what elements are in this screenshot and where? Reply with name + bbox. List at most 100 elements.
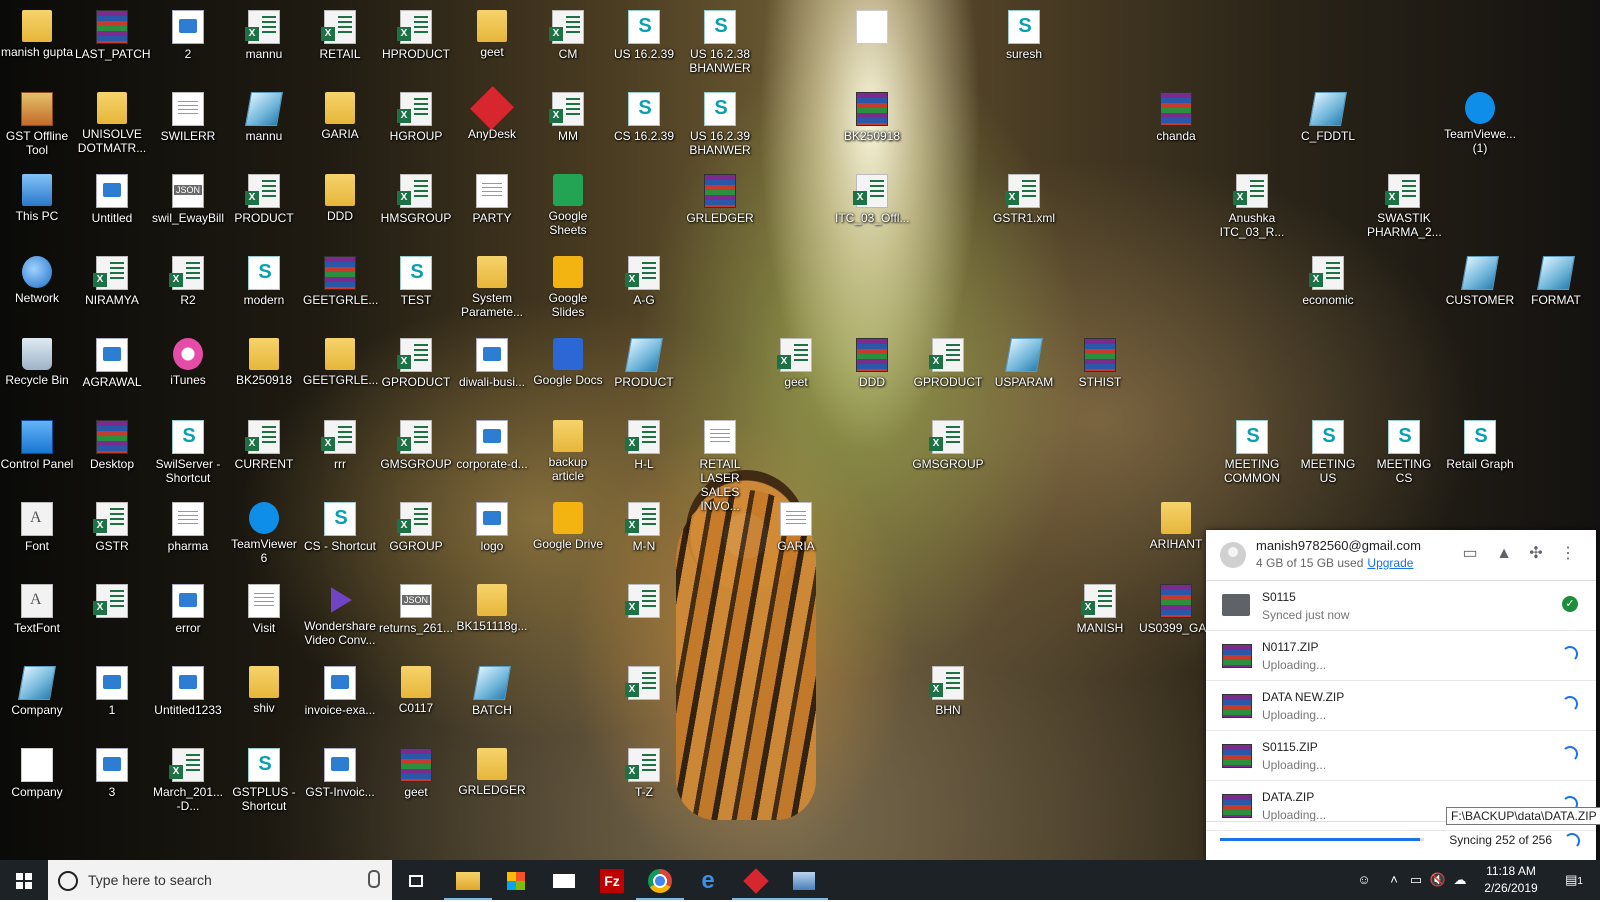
desktop-icon[interactable]: Google Docs xyxy=(531,332,605,387)
taskbar-search-box[interactable]: Type here to search xyxy=(48,860,392,900)
desktop-icon[interactable]: corporate-d... xyxy=(455,414,529,471)
desktop-icon[interactable] xyxy=(835,4,909,47)
pinwheel-icon[interactable]: ✣ xyxy=(1526,544,1546,564)
desktop-icon[interactable]: BHN xyxy=(911,660,985,717)
desktop-icon[interactable]: SWILERR xyxy=(151,86,225,143)
desktop-icon[interactable]: HMSGROUP xyxy=(379,168,453,225)
desktop-icon[interactable]: suresh xyxy=(987,4,1061,61)
desktop-icon[interactable]: T-Z xyxy=(607,742,681,799)
desktop-icon[interactable]: Company xyxy=(0,742,74,799)
desktop-icon[interactable]: GSTR1.xml xyxy=(987,168,1061,225)
desktop-icon[interactable]: Google Sheets xyxy=(531,168,605,237)
chevron-up-icon[interactable]: ˄ xyxy=(1384,860,1404,900)
desktop-icon[interactable]: BK250918 xyxy=(835,86,909,143)
desktop-icon[interactable]: DDD xyxy=(303,168,377,223)
desktop-icon[interactable]: invoice-exa... xyxy=(303,660,377,717)
desktop-icon[interactable]: TextFont xyxy=(0,578,74,635)
desktop-icon[interactable]: System Paramete... xyxy=(455,250,529,319)
desktop-icon[interactable]: HGROUP xyxy=(379,86,453,143)
desktop-icon[interactable]: mannu xyxy=(227,4,301,61)
desktop-icon[interactable]: CS - Shortcut xyxy=(303,496,377,553)
desktop-icon[interactable]: GRLEDGER xyxy=(455,742,529,797)
desktop-icon[interactable]: RETAIL xyxy=(303,4,377,61)
desktop-icon[interactable]: MANISH xyxy=(1063,578,1137,635)
onedrive-icon[interactable]: ☁ xyxy=(1450,860,1470,900)
desktop-icon[interactable]: TeamViewer 6 xyxy=(227,496,301,565)
desktop-icon[interactable]: Wondershare Video Conv... xyxy=(303,578,377,647)
desktop-icon[interactable]: ITC_03_Offl... xyxy=(835,168,909,225)
desktop-icon[interactable]: geet xyxy=(379,742,453,799)
drive-sync-item[interactable]: N0117.ZIP Uploading... xyxy=(1206,631,1596,681)
desktop-icon[interactable]: CM xyxy=(531,4,605,61)
desktop-icon[interactable]: GMSGROUP xyxy=(379,414,453,471)
desktop-icon[interactable]: AGRAWAL xyxy=(75,332,149,389)
desktop-icon[interactable]: Untitled1233 xyxy=(151,660,225,717)
account-avatar[interactable] xyxy=(1220,542,1246,568)
desktop-icon[interactable]: US 16.2.38 BHANWER xyxy=(683,4,757,75)
desktop-icon[interactable]: GARIA xyxy=(759,496,833,553)
desktop-icon[interactable]: Recycle Bin xyxy=(0,332,74,387)
desktop-icon[interactable]: USPARAM xyxy=(987,332,1061,389)
desktop-icon[interactable]: backup article xyxy=(531,414,605,483)
desktop-icon[interactable]: ARIHANT xyxy=(1139,496,1213,551)
upgrade-link[interactable]: Upgrade xyxy=(1367,556,1413,570)
desktop-icon[interactable]: manish gupta xyxy=(0,4,74,59)
google-drive-icon[interactable]: ▲ xyxy=(1494,544,1514,564)
desktop-icon[interactable]: FORMAT xyxy=(1519,250,1593,307)
desktop-icon[interactable]: Anushka ITC_03_R... xyxy=(1215,168,1289,239)
desktop-icon[interactable]: GMSGROUP xyxy=(911,414,985,471)
file-explorer-icon[interactable] xyxy=(444,860,492,900)
desktop-icon[interactable]: March_201... -D... xyxy=(151,742,225,813)
desktop-icon[interactable]: returns_261... xyxy=(379,578,453,635)
desktop-icon[interactable]: BK250918 xyxy=(227,332,301,387)
desktop-icon[interactable]: pharma xyxy=(151,496,225,553)
desktop-icon[interactable]: logo xyxy=(455,496,529,553)
desktop-icon[interactable]: Control Panel xyxy=(0,414,74,471)
desktop-icon[interactable]: BATCH xyxy=(455,660,529,717)
volume-muted-icon[interactable]: 🔇 xyxy=(1428,860,1448,900)
edge-icon[interactable]: e xyxy=(684,860,732,900)
desktop-icon[interactable]: C0117 xyxy=(379,660,453,715)
desktop-icon[interactable]: R2 xyxy=(151,250,225,307)
desktop-icon[interactable]: MEETING CS xyxy=(1367,414,1441,485)
desktop-icon[interactable]: A-G xyxy=(607,250,681,307)
desktop-icon[interactable]: modern xyxy=(227,250,301,307)
drive-sync-item[interactable]: DATA NEW.ZIP Uploading... xyxy=(1206,681,1596,731)
desktop-icon[interactable]: GEETGRLE... xyxy=(303,332,378,387)
more-vert-icon[interactable]: ⋮ xyxy=(1558,544,1578,564)
desktop-icon[interactable]: GARIA xyxy=(303,86,377,141)
desktop-icon[interactable]: CURRENT xyxy=(227,414,301,471)
desktop-icon[interactable]: 2 xyxy=(151,4,225,61)
desktop-icon[interactable]: SwilServer - Shortcut xyxy=(151,414,225,485)
desktop-icon[interactable]: RETAIL LASER SALES INVO... xyxy=(683,414,757,513)
desktop-icon[interactable]: M-N xyxy=(607,496,681,553)
desktop-icon[interactable]: iTunes xyxy=(151,332,225,387)
desktop-icon[interactable]: HPRODUCT xyxy=(379,4,453,61)
desktop-icon[interactable]: diwali-busi... xyxy=(455,332,529,389)
desktop-icon[interactable]: Company xyxy=(0,660,74,717)
desktop-icon[interactable] xyxy=(75,578,149,621)
store-icon[interactable] xyxy=(492,860,540,900)
desktop-icon[interactable]: LAST_PATCH xyxy=(75,4,151,61)
desktop-icon[interactable]: GRLEDGER xyxy=(683,168,757,225)
desktop-icon[interactable] xyxy=(607,660,681,703)
mail-icon[interactable] xyxy=(540,860,588,900)
desktop-icon[interactable]: CUSTOMER xyxy=(1443,250,1517,307)
desktop-icon[interactable]: 3 xyxy=(75,742,149,799)
desktop-icon[interactable]: shiv xyxy=(227,660,301,715)
desktop-icon[interactable]: GGROUP xyxy=(379,496,453,553)
desktop-icon[interactable]: H-L xyxy=(607,414,681,471)
desktop-icon[interactable]: rrr xyxy=(303,414,377,471)
desktop-icon[interactable] xyxy=(607,578,681,621)
drive-sync-item[interactable]: S0115 Synced just now ✓ xyxy=(1206,581,1596,631)
desktop-icon[interactable]: C_FDDTL xyxy=(1291,86,1365,143)
desktop-icon[interactable]: geet xyxy=(455,4,529,59)
task-view-icon[interactable] xyxy=(392,860,440,900)
desktop-icon[interactable]: Google Slides xyxy=(531,250,605,319)
desktop-icon[interactable]: PRODUCT xyxy=(227,168,301,225)
desktop-icon[interactable]: MEETING US xyxy=(1291,414,1365,485)
filezilla-icon[interactable]: Fz xyxy=(588,860,636,900)
desktop-icon[interactable]: chanda xyxy=(1139,86,1213,143)
desktop-icon[interactable]: MM xyxy=(531,86,605,143)
desktop-icon[interactable]: GPRODUCT xyxy=(379,332,453,389)
